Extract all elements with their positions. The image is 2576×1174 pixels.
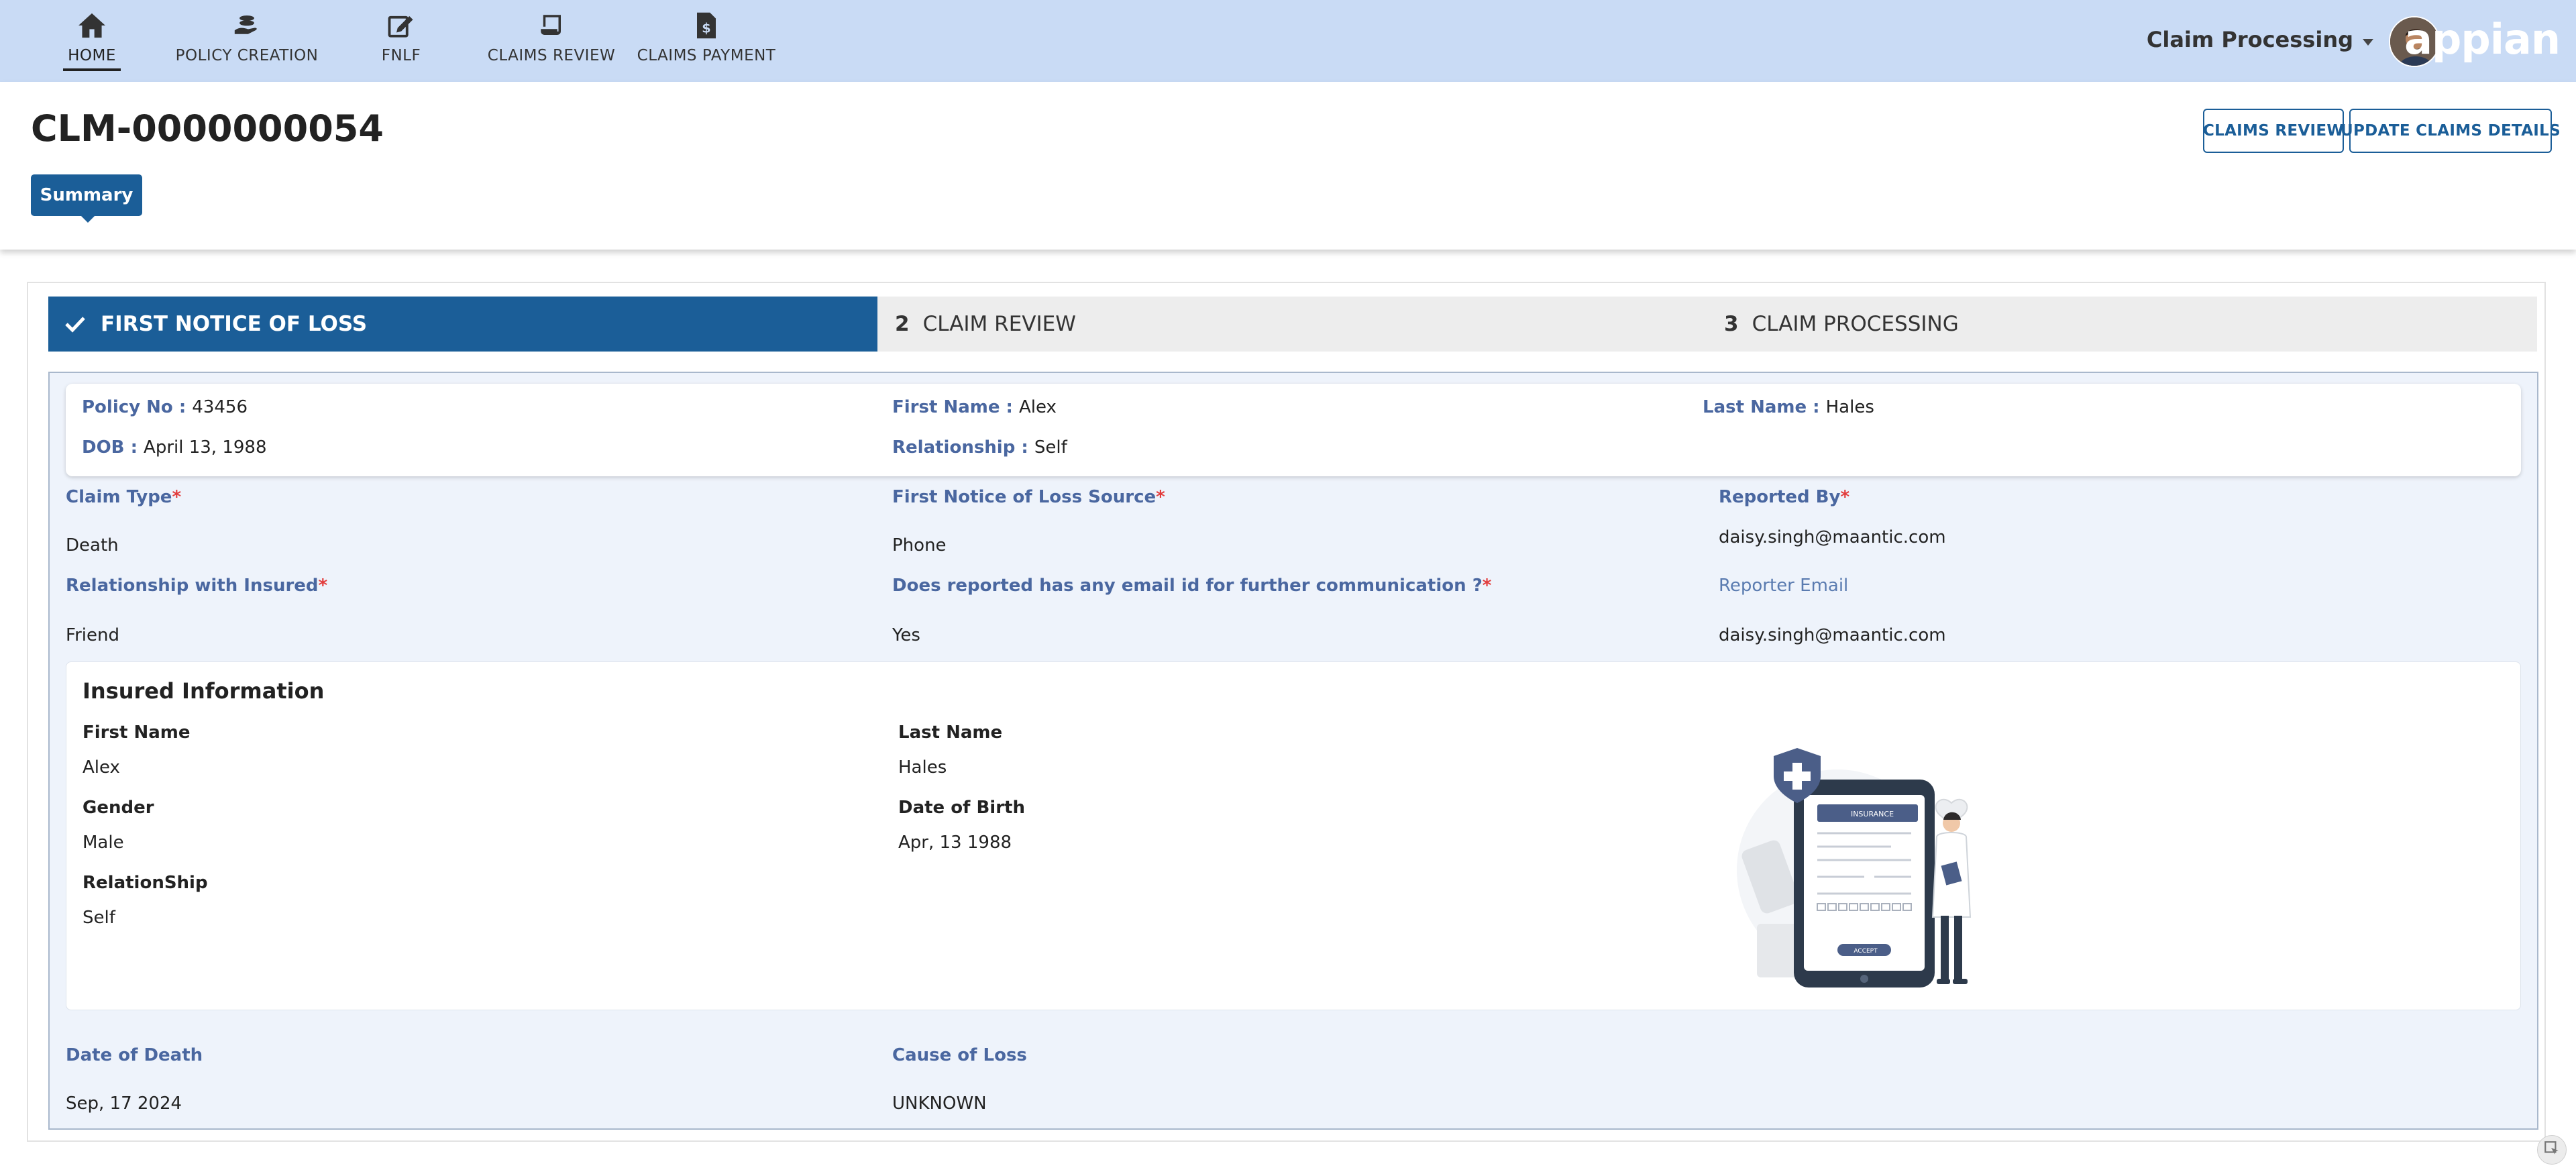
page-title: CLM-0000000054 [31, 107, 384, 150]
appian-logo: appian [2404, 15, 2561, 64]
step-first-notice-of-loss: FIRST NOTICE OF LOSS [48, 297, 877, 352]
insurance-label: INSURANCE [1851, 810, 1894, 818]
checkmark-icon [64, 315, 86, 333]
policy-summary-box: Policy No : 43456 First Name : Alex Last… [66, 384, 2521, 476]
hand-coins-icon [229, 9, 264, 42]
nav-item-fnlf[interactable]: FNLF [376, 0, 427, 82]
fnol-source-label: First Notice of Loss Source* [892, 487, 1165, 507]
dob-label: DOB [82, 437, 125, 458]
policy-no-field: Policy No : 43456 [82, 397, 248, 417]
summary-tab-button[interactable]: Summary [31, 174, 142, 223]
insured-information-panel: Insured Information First Name Alex Last… [66, 661, 2521, 1010]
required-indicator: * [172, 487, 182, 507]
nav-item-claims-review[interactable]: CLAIMS REVIEW [487, 0, 616, 82]
cursor-box-icon [2543, 1140, 2561, 1160]
home-icon [74, 9, 109, 42]
insured-first-name-label: First Name [83, 723, 191, 743]
insured-dob-value: Apr, 13 1988 [898, 833, 1012, 853]
cause-of-loss-value: UNKNOWN [892, 1093, 987, 1114]
nav-label-claims-payment: CLAIMS PAYMENT [637, 47, 776, 64]
insured-last-name-value: Hales [898, 757, 947, 778]
step-number: 2 [895, 312, 910, 336]
policy-no-value: 43456 [192, 397, 248, 417]
cause-of-loss-label: Cause of Loss [892, 1045, 1027, 1065]
date-of-death-label: Date of Death [66, 1045, 203, 1065]
has-email-label: Does reported has any email id for furth… [892, 576, 1492, 596]
claim-type-label: Claim Type* [66, 487, 182, 507]
insured-gender-value: Male [83, 833, 124, 853]
nav-label-home: HOME [68, 47, 116, 64]
edit-icon [384, 9, 419, 42]
insured-last-name-label: Last Name [898, 723, 1003, 743]
date-of-death-value: Sep, 17 2024 [66, 1093, 182, 1114]
last-name-value: Hales [1825, 397, 1874, 417]
step-label: CLAIM PROCESSING [1752, 312, 1959, 336]
reported-by-value: daisy.singh@maantic.com [1719, 527, 1946, 547]
record-header: CLM-0000000054 Summary CLAIMS REVIEW UPD… [0, 82, 2576, 250]
nav-item-policy-creation[interactable]: POLICY CREATION [176, 0, 318, 82]
first-name-field: First Name : Alex [892, 397, 1057, 417]
relationship-label: Relationship [892, 437, 1016, 458]
relationship-with-insured-label: Relationship with Insured* [66, 576, 328, 596]
reporter-email-label: Reporter Email [1719, 576, 1849, 596]
insured-dob-label: Date of Birth [898, 798, 1025, 818]
claim-type-value: Death [66, 535, 119, 555]
app-switcher[interactable]: Claim Processing [2147, 27, 2375, 52]
update-claims-details-button[interactable]: UPDATE CLAIMS DETAILS [2341, 109, 2561, 153]
progress-stepper: FIRST NOTICE OF LOSS 2 CLAIM REVIEW 3 CL… [48, 297, 2537, 352]
nav-label-claims-review: CLAIMS REVIEW [487, 47, 616, 64]
dollar-document-icon: $ [689, 9, 724, 42]
insured-first-name-value: Alex [83, 757, 120, 778]
claim-summary-card: FIRST NOTICE OF LOSS 2 CLAIM REVIEW 3 CL… [27, 282, 2546, 1142]
claim-form-area: Policy No : 43456 First Name : Alex Last… [48, 372, 2538, 1130]
last-name-label: Last Name [1703, 397, 1807, 417]
insured-relationship-value: Self [83, 908, 115, 928]
insurance-illustration: INSURANCE ACCEPT [1737, 748, 1972, 988]
nav-item-home[interactable]: HOME [63, 0, 121, 82]
top-navigation-bar: HOME POLICY CREATION FNLF CLAIMS REVIEW … [0, 0, 2576, 82]
nav-label-fnlf: FNLF [381, 47, 421, 64]
relationship-field: Relationship : Self [892, 437, 1067, 458]
relationship-value: Self [1034, 437, 1067, 458]
required-indicator: * [1156, 487, 1165, 507]
step-label: CLAIM REVIEW [922, 312, 1076, 336]
first-name-label: First Name [892, 397, 1000, 417]
claims-review-button[interactable]: CLAIMS REVIEW [2203, 109, 2344, 153]
insured-relationship-label: RelationShip [83, 873, 208, 893]
dob-field: DOB : April 13, 1988 [82, 437, 267, 458]
svg-text:$: $ [702, 21, 710, 36]
insured-information-title: Insured Information [83, 678, 325, 704]
step-claim-processing: 3 CLAIM PROCESSING [1724, 297, 2529, 352]
dob-value: April 13, 1988 [144, 437, 267, 458]
last-name-field: Last Name : Hales [1703, 397, 1874, 417]
relationship-with-insured-value: Friend [66, 625, 119, 645]
fnol-source-value: Phone [892, 535, 947, 555]
required-indicator: * [1482, 576, 1492, 596]
first-name-value: Alex [1019, 397, 1057, 417]
scroll-icon [534, 9, 569, 42]
policy-no-label: Policy No [82, 397, 173, 417]
nav-label-policy-creation: POLICY CREATION [175, 47, 319, 64]
insured-gender-label: Gender [83, 798, 154, 818]
accept-label: ACCEPT [1854, 948, 1878, 955]
reporter-email-value: daisy.singh@maantic.com [1719, 625, 1946, 645]
required-indicator: * [318, 576, 328, 596]
reported-by-label: Reported By* [1719, 487, 1850, 507]
nav-item-claims-payment[interactable]: $ CLAIMS PAYMENT [637, 0, 775, 82]
has-email-value: Yes [892, 625, 920, 645]
step-label: FIRST NOTICE OF LOSS [101, 312, 368, 336]
app-name: Claim Processing [2146, 27, 2353, 52]
step-claim-review: 2 CLAIM REVIEW [895, 297, 1700, 352]
caret-down-icon [2361, 27, 2375, 52]
active-tab-underline [63, 68, 121, 71]
step-number: 3 [1724, 312, 1739, 336]
required-indicator: * [1840, 487, 1850, 507]
feedback-corner-button[interactable] [2537, 1135, 2567, 1165]
